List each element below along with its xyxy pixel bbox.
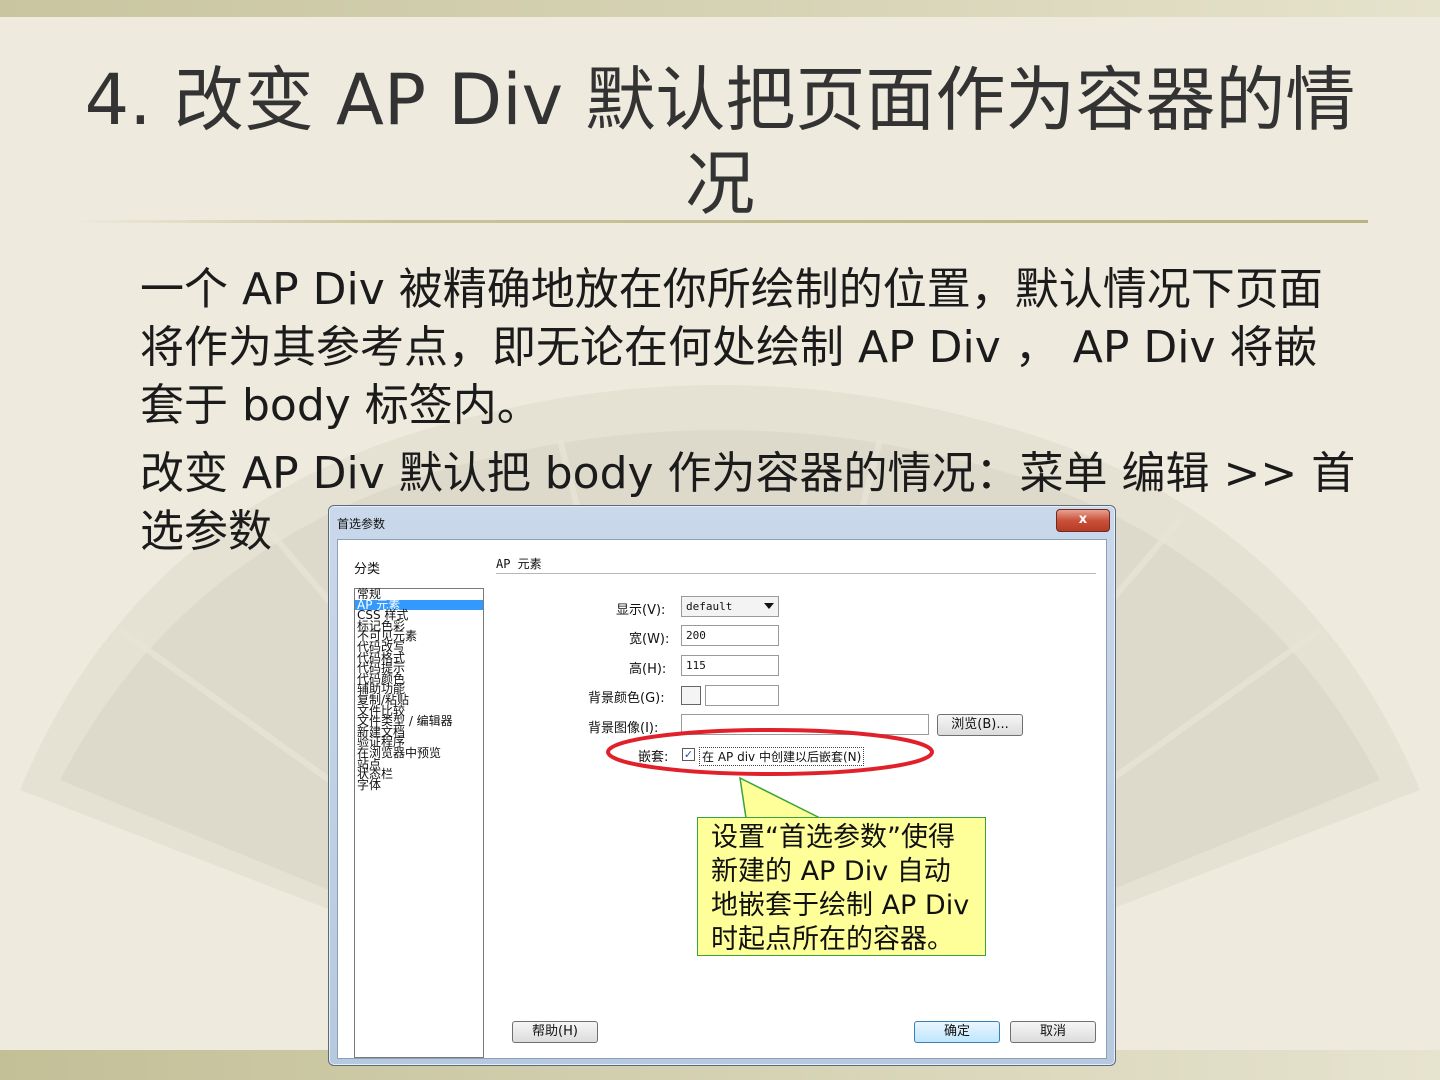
callout-note: 设置“首选参数”使得新建的 AP Div 自动地嵌套于绘制 AP Div 时起点… <box>697 817 986 956</box>
chevron-down-icon <box>764 603 774 609</box>
check-icon: ✓ <box>683 748 694 761</box>
nesting-checkbox[interactable]: ✓ <box>682 748 695 761</box>
display-label: 显示(V): <box>616 603 666 618</box>
nesting-label: 嵌套: <box>638 750 669 765</box>
nesting-checkbox-label: 在 AP div 中创建以后嵌套(N) <box>699 747 865 766</box>
category-list[interactable]: 常规 AP 元素 CSS 样式 标记色彩 不可见元素 代码改写 代码格式 代码提示 代码颜色 辅助… <box>354 588 484 1058</box>
bgcolor-label: 背景颜色(G): <box>588 691 665 706</box>
title-divider <box>72 220 1368 223</box>
bgimage-input[interactable] <box>681 714 929 735</box>
panel-divider <box>496 573 1096 574</box>
height-label: 高(H): <box>629 662 667 677</box>
bgcolor-picker[interactable] <box>681 686 701 705</box>
height-value: 115 <box>686 659 706 672</box>
display-select[interactable]: default <box>681 596 779 617</box>
width-input[interactable]: 200 <box>681 625 779 646</box>
panel-title: AP 元素 <box>496 557 542 571</box>
close-icon: x <box>1078 512 1088 527</box>
dialog-body: 分类 常规 AP 元素 CSS 样式 标记色彩 不可见元素 代码改写 代码格式 代码提示 代码颜… <box>337 539 1107 1059</box>
display-value: default <box>686 600 733 613</box>
browse-button[interactable]: 浏览(B)... <box>937 714 1023 736</box>
width-label: 宽(W): <box>629 632 670 647</box>
bullet-text-1: 一个 AP Div 被精确地放在你所绘制的位置，默认情况下页面将作为其参考点，即… <box>140 264 1323 431</box>
category-item[interactable]: 字体 <box>355 779 483 791</box>
width-value: 200 <box>686 629 706 642</box>
height-input[interactable]: 115 <box>681 655 779 676</box>
ok-button[interactable]: 确定 <box>914 1021 1000 1043</box>
category-header: 分类 <box>354 562 381 577</box>
preferences-dialog: 首选参数 x 分类 常规 AP 元素 CSS 样式 标记色彩 不可见元素 代码改写 代码格式… <box>328 505 1116 1066</box>
close-button[interactable]: x <box>1056 509 1110 532</box>
dialog-title: 首选参数 <box>337 517 386 531</box>
top-decor-band <box>0 0 1440 17</box>
cancel-button[interactable]: 取消 <box>1010 1021 1096 1043</box>
slide-title: 4. 改变 AP Div 默认把页面作为容器的情况 <box>84 59 1356 225</box>
bgimage-label: 背景图像(I): <box>588 721 659 736</box>
help-button[interactable]: 帮助(H) <box>512 1021 598 1043</box>
bgcolor-input[interactable] <box>705 685 779 706</box>
